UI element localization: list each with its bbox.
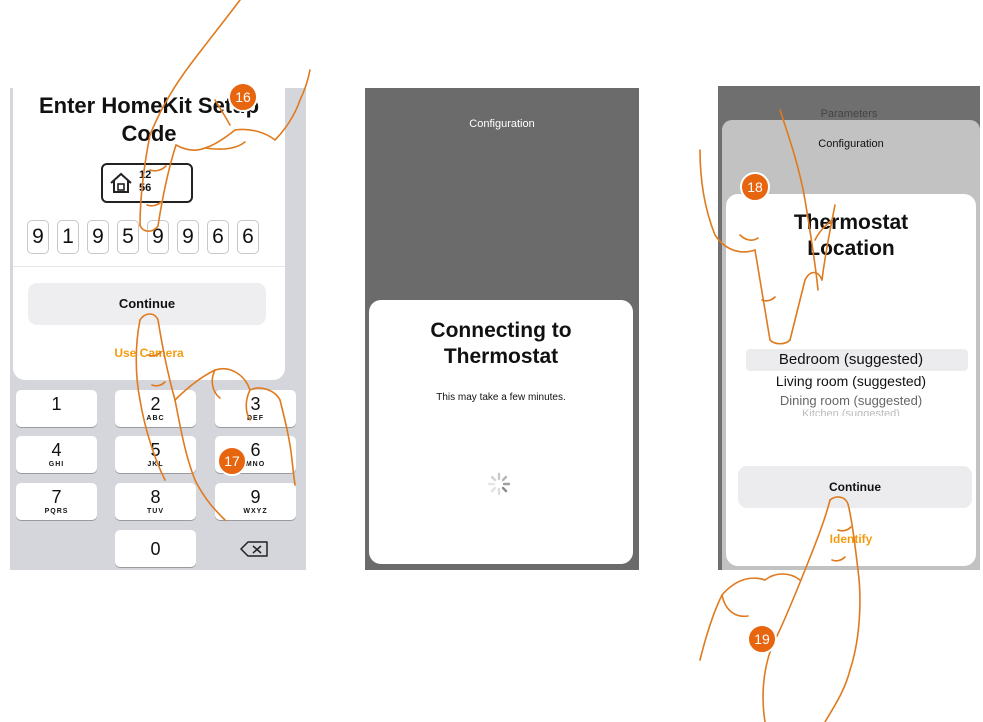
key-letters: GHI xyxy=(48,461,65,468)
picker-option[interactable]: Dining room (suggested) xyxy=(726,393,976,408)
key-number: 3 xyxy=(250,394,261,414)
key-letters: ABC xyxy=(146,415,165,422)
code-digit-5[interactable]: 9 xyxy=(147,220,169,254)
connecting-title: Connecting to Thermostat xyxy=(430,319,572,368)
key-letters: JKL xyxy=(147,461,164,468)
key-letters: TUV xyxy=(147,508,164,515)
divider xyxy=(13,266,285,267)
key-0[interactable]: 0 xyxy=(115,530,196,567)
location-sheet: Thermostat Location Bedroom (suggested) … xyxy=(726,194,976,566)
key-number: 1 xyxy=(51,394,62,414)
use-camera-link[interactable]: Use Camera xyxy=(13,346,285,360)
key-1[interactable]: 1 xyxy=(16,390,97,427)
homekit-code-screen: Enter HomeKit Setup Code 12 56 9 1 9 5 9 … xyxy=(10,88,306,570)
backspace-icon xyxy=(240,541,268,557)
step-badge-18: 18 xyxy=(740,172,770,202)
key-8[interactable]: 8 TUV xyxy=(115,483,196,520)
location-title: Thermostat Location xyxy=(793,211,909,260)
picker-option[interactable]: Bedroom (suggested) xyxy=(726,351,976,368)
connecting-screen: Configuration Connecting to Thermostat T… xyxy=(365,88,639,570)
code-label-line1: 12 xyxy=(139,169,152,181)
key-number: 2 xyxy=(150,394,161,414)
key-number: 5 xyxy=(150,440,161,460)
code-digit-8[interactable]: 6 xyxy=(237,220,259,254)
key-3[interactable]: 3 DEF xyxy=(215,390,296,427)
code-digit-4[interactable]: 5 xyxy=(117,220,139,254)
key-letters: DEF xyxy=(247,415,264,422)
identify-link[interactable]: Identify xyxy=(726,532,976,546)
picker-option[interactable]: Living room (suggested) xyxy=(726,373,976,389)
key-9[interactable]: 9 WXYZ xyxy=(215,483,296,520)
key-letters: PQRS xyxy=(44,508,69,515)
backspace-key[interactable] xyxy=(215,530,296,567)
code-digit-7[interactable]: 6 xyxy=(207,220,229,254)
code-entry-card: Enter HomeKit Setup Code 12 56 9 1 9 5 9 … xyxy=(13,88,285,380)
key-number: 9 xyxy=(250,487,261,507)
spinner-icon xyxy=(487,472,511,496)
code-digit-6[interactable]: 9 xyxy=(177,220,199,254)
step-badge-17: 17 xyxy=(217,446,247,476)
key-number: 4 xyxy=(51,440,62,460)
key-7[interactable]: 7 PQRS xyxy=(16,483,97,520)
code-label-line2: 56 xyxy=(139,182,152,194)
key-5[interactable]: 5 JKL xyxy=(115,436,196,473)
continue-button[interactable]: Continue xyxy=(28,283,266,325)
configuration-header: Configuration xyxy=(469,118,535,130)
key-4[interactable]: 4 GHI xyxy=(16,436,97,473)
code-digit-2[interactable]: 1 xyxy=(57,220,79,254)
parameters-title: Parameters xyxy=(820,108,878,120)
home-icon xyxy=(110,172,132,193)
code-digit-1[interactable]: 9 xyxy=(27,220,49,254)
key-2[interactable]: 2 ABC xyxy=(115,390,196,427)
step-badge-19: 19 xyxy=(747,624,777,654)
connecting-sheet: Connecting to Thermostat This may take a… xyxy=(369,300,633,564)
picker-option[interactable]: Kitchen (suggested) xyxy=(726,408,976,416)
configuration-header: Configuration xyxy=(818,138,884,150)
code-digit-3[interactable]: 9 xyxy=(87,220,109,254)
key-letters: WXYZ xyxy=(243,508,268,515)
key-number: 8 xyxy=(150,487,161,507)
homekit-code-label: 12 56 xyxy=(101,163,193,203)
continue-button[interactable]: Continue xyxy=(738,466,972,508)
step-badge-16: 16 xyxy=(228,82,258,112)
location-screen: Parameters Configuration Thermostat Loca… xyxy=(718,86,980,570)
connecting-subtitle: This may take a few minutes. xyxy=(436,392,566,403)
key-number: 0 xyxy=(150,539,161,559)
key-number: 7 xyxy=(51,487,62,507)
